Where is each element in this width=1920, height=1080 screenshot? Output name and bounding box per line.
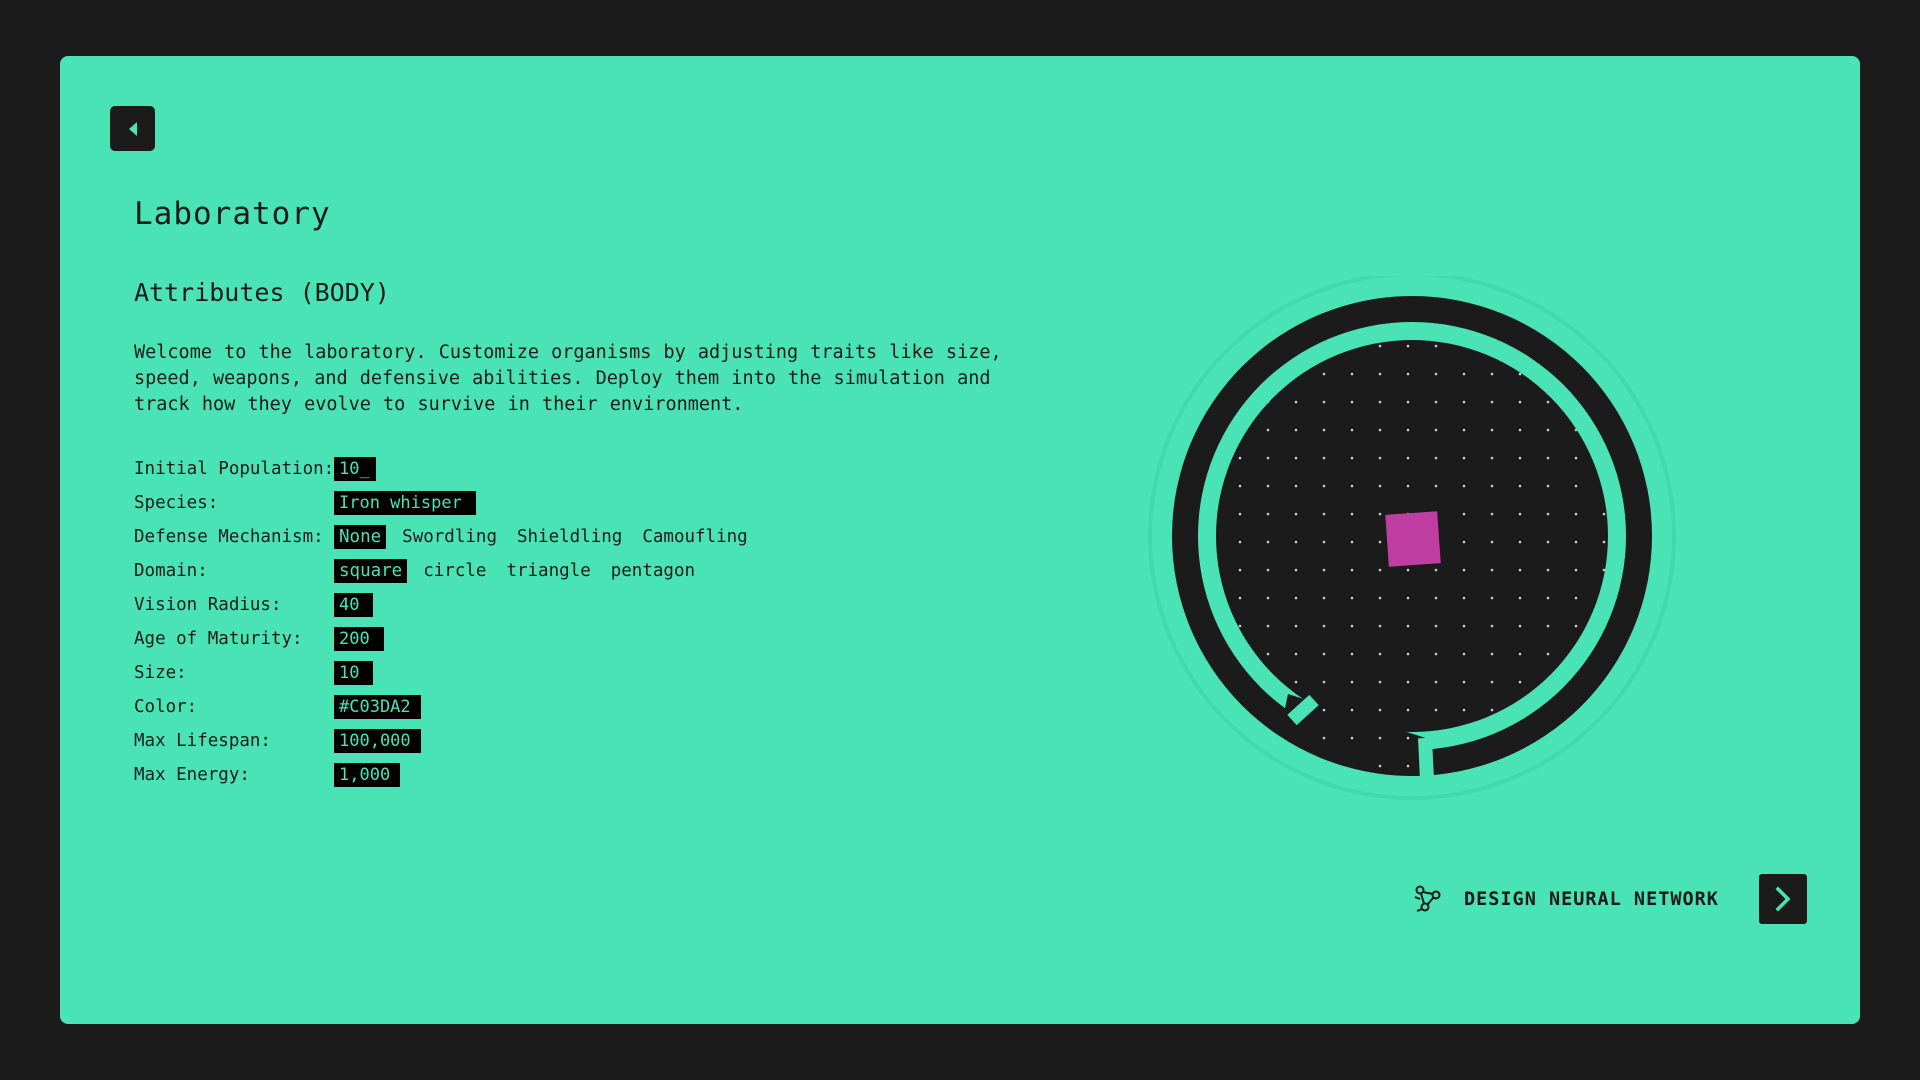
attr-row-size: Size: 10: [134, 656, 748, 690]
attr-row-defense: Defense Mechanism: None Swordling Shield…: [134, 520, 748, 554]
preview-gap-edge-right: [1418, 737, 1434, 781]
size-label: Size:: [134, 663, 187, 683]
attr-row-max-energy: Max Energy: 1,000: [134, 758, 748, 792]
domain-option-square[interactable]: square: [334, 559, 408, 583]
domain-option-pentagon[interactable]: pentagon: [611, 561, 695, 581]
size-input[interactable]: 10: [334, 661, 374, 685]
species-input[interactable]: Iron whisper: [334, 491, 476, 515]
attr-row-age-of-maturity: Age of Maturity: 200: [134, 622, 748, 656]
chevron-right-icon: [1775, 886, 1791, 912]
attr-row-domain: Domain: square circle triangle pentagon: [134, 554, 748, 588]
defense-option-swordling[interactable]: Swordling: [402, 527, 497, 547]
next-button[interactable]: [1758, 874, 1807, 924]
domain-option-triangle[interactable]: triangle: [506, 561, 590, 581]
section-title: Attributes (BODY): [134, 278, 390, 307]
network-icon: [1414, 885, 1441, 912]
vision-radius-label: Vision Radius:: [134, 595, 282, 615]
age-of-maturity-input[interactable]: 200: [334, 627, 384, 651]
attributes-form: Initial Population: 10_ Species: Iron wh…: [134, 452, 748, 792]
attr-row-initial-population: Initial Population: 10_: [134, 452, 748, 486]
color-label: Color:: [134, 697, 198, 717]
max-energy-label: Max Energy:: [134, 765, 250, 785]
domain-option-circle[interactable]: circle: [423, 561, 486, 581]
design-neural-network-cta[interactable]: DESIGN NEURAL NETWORK: [1412, 874, 1807, 924]
defense-option-none[interactable]: None: [334, 525, 387, 549]
defense-option-camoufling[interactable]: Camoufling: [642, 527, 747, 547]
initial-population-input[interactable]: 10_: [334, 457, 376, 481]
page-title: Laboratory: [134, 196, 331, 232]
max-energy-input[interactable]: 1,000: [334, 763, 401, 787]
max-lifespan-label: Max Lifespan:: [134, 731, 271, 751]
laboratory-panel: Laboratory Attributes (BODY) Welcome to …: [60, 56, 1860, 1024]
arrow-left-icon: [128, 121, 137, 136]
initial-population-label: Initial Population:: [134, 459, 335, 479]
organism-preview: [1148, 276, 1676, 800]
domain-label: Domain:: [134, 561, 208, 581]
back-button[interactable]: [110, 106, 155, 151]
defense-option-shieldling[interactable]: Shieldling: [517, 527, 622, 547]
vision-radius-input[interactable]: 40: [334, 593, 374, 617]
defense-mechanism-label: Defense Mechanism:: [134, 527, 324, 547]
organism-square: [1385, 511, 1441, 567]
max-lifespan-input[interactable]: 100,000: [334, 729, 421, 753]
cta-label[interactable]: DESIGN NEURAL NETWORK: [1464, 889, 1719, 910]
attr-row-vision-radius: Vision Radius: 40: [134, 588, 748, 622]
attr-row-max-lifespan: Max Lifespan: 100,000: [134, 724, 748, 758]
species-label: Species:: [134, 493, 219, 513]
age-of-maturity-label: Age of Maturity:: [134, 629, 303, 649]
intro-text: Welcome to the laboratory. Customize org…: [134, 342, 1002, 415]
color-input[interactable]: #C03DA2: [334, 695, 421, 719]
attr-row-color: Color: #C03DA2: [134, 690, 748, 724]
attr-row-species: Species: Iron whisper: [134, 486, 748, 520]
